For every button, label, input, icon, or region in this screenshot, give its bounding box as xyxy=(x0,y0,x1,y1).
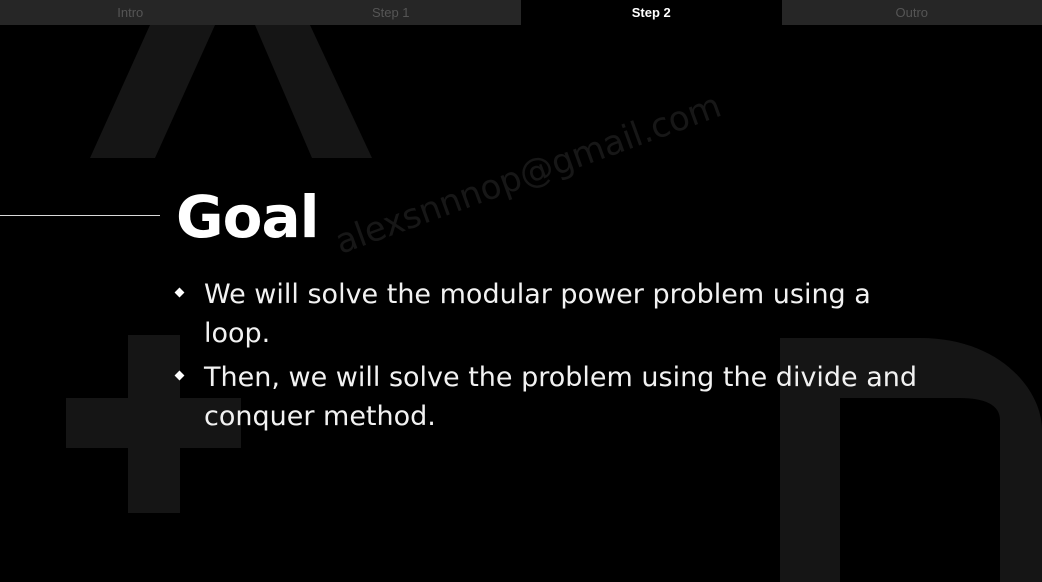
slide-title: Goal xyxy=(176,183,319,251)
bullet-item: Then, we will solve the problem using th… xyxy=(170,358,930,436)
bullet-text: We will solve the modular power problem … xyxy=(204,279,871,349)
diamond-bullet-icon xyxy=(175,288,185,298)
decor-letter-a xyxy=(90,25,215,158)
tab-outro[interactable]: Outro xyxy=(782,0,1042,25)
title-rule-line xyxy=(0,215,160,216)
step-tab-bar: Intro Step 1 Step 2 Outro xyxy=(0,0,1042,25)
bullet-list: We will solve the modular power problem … xyxy=(170,275,930,441)
tab-intro[interactable]: Intro xyxy=(0,0,261,25)
diamond-bullet-icon xyxy=(175,371,185,381)
decor-letter-a-right xyxy=(255,25,372,158)
bullet-text: Then, we will solve the problem using th… xyxy=(204,362,918,432)
tab-step-2[interactable]: Step 2 xyxy=(521,0,782,25)
tab-step-1[interactable]: Step 1 xyxy=(261,0,522,25)
bullet-item: We will solve the modular power problem … xyxy=(170,275,930,353)
